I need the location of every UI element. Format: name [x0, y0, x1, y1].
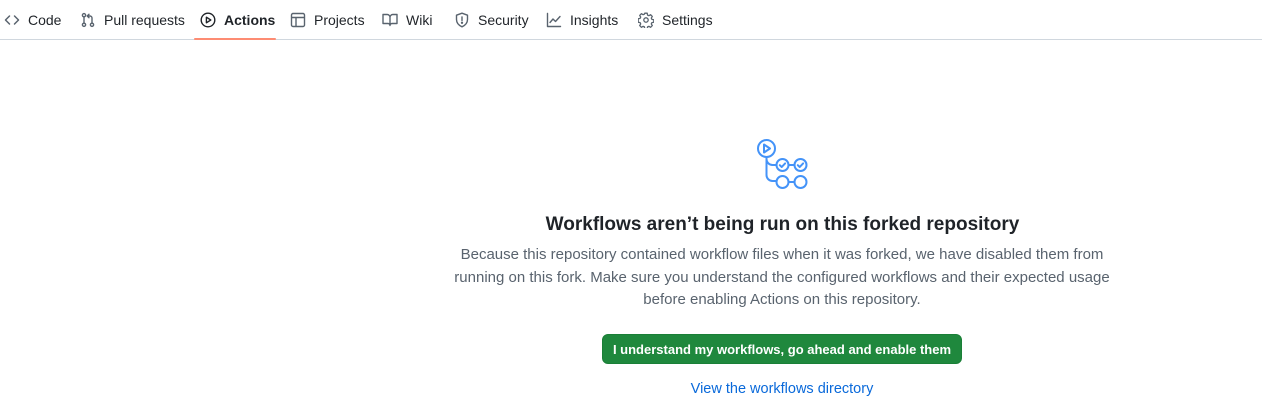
- code-icon: [4, 12, 20, 28]
- tab-label: Pull requests: [104, 11, 185, 28]
- tab-label: Security: [478, 11, 529, 28]
- book-icon: [382, 12, 398, 28]
- gear-icon: [638, 12, 654, 28]
- tab-insights[interactable]: Insights: [546, 0, 618, 39]
- table-icon: [290, 12, 306, 28]
- git-pull-request-icon: [80, 12, 96, 28]
- tab-actions[interactable]: Actions: [200, 0, 275, 39]
- view-workflows-directory-link[interactable]: View the workflows directory: [600, 381, 964, 397]
- shield-icon: [454, 12, 470, 28]
- empty-state-description: Because this repository contained workfl…: [454, 246, 1110, 308]
- tab-label: Settings: [662, 11, 713, 28]
- empty-state-heading: Workflows aren’t being run on this forke…: [545, 214, 1020, 235]
- tab-security[interactable]: Security: [454, 0, 529, 39]
- workflow-icon: [752, 136, 812, 196]
- graph-icon: [546, 12, 562, 28]
- tab-wiki[interactable]: Wiki: [382, 0, 432, 39]
- tab-label: Projects: [314, 11, 365, 28]
- play-circle-icon: [200, 11, 216, 28]
- enable-workflows-button[interactable]: I understand my workflows, go ahead and …: [602, 334, 962, 364]
- tab-pull-requests[interactable]: Pull requests: [80, 0, 185, 39]
- tab-label: Actions: [224, 11, 276, 28]
- tab-label: Insights: [570, 11, 619, 28]
- repo-nav-bar: Code Pull requests Actions Projects Wiki…: [0, 0, 1262, 40]
- tab-settings[interactable]: Settings: [638, 0, 713, 39]
- tab-label: Code: [28, 11, 62, 28]
- tab-code[interactable]: Code: [4, 0, 61, 39]
- tab-projects[interactable]: Projects: [290, 0, 365, 39]
- tab-label: Wiki: [406, 11, 433, 28]
